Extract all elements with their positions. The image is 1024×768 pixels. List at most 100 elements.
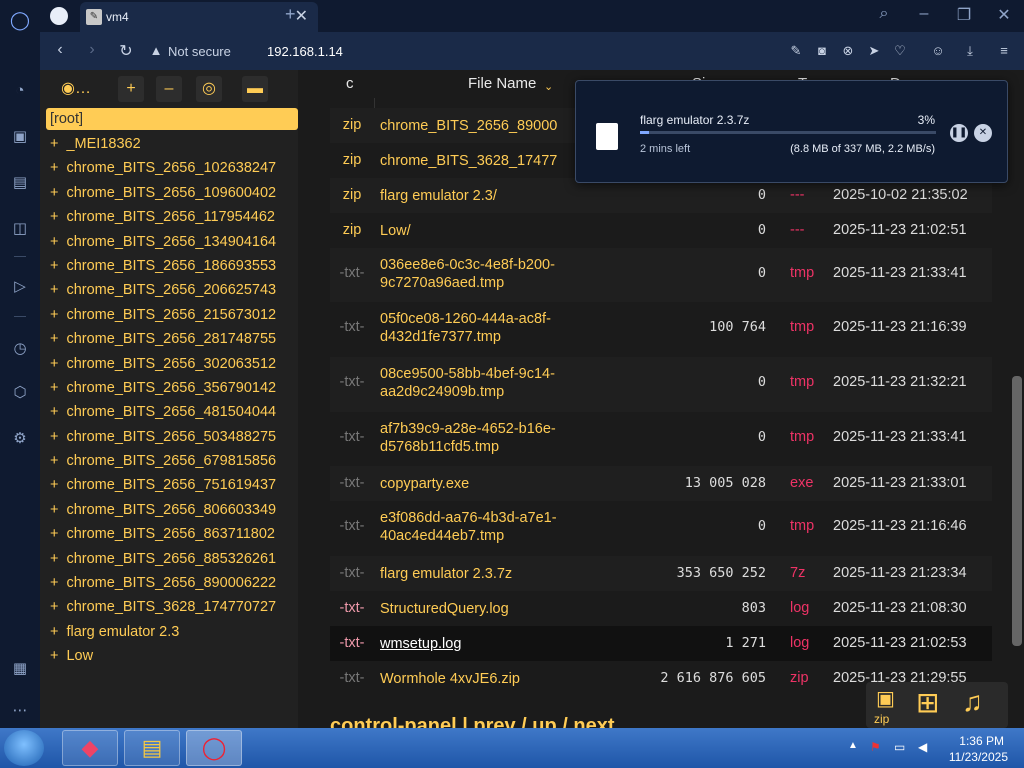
row-c-link[interactable]: -txt-	[330, 429, 374, 445]
clock-time[interactable]: 1:36 PM	[959, 734, 1004, 748]
row-c-link[interactable]: -txt-	[330, 319, 374, 335]
row-c-link[interactable]: zip	[330, 117, 374, 133]
tree-item-label[interactable]: chrome_BITS_2656_302063512	[66, 356, 276, 372]
expand-plus-icon[interactable]: +	[50, 526, 58, 542]
file-name-link[interactable]: 08ce9500-58bb-4bef-9c14-aa2d9c24909b.tmp	[380, 365, 625, 401]
tree-item[interactable]: + chrome_BITS_2656_102638247	[46, 156, 298, 180]
music-player-icon[interactable]: ♫	[962, 686, 983, 718]
row-c-link[interactable]: -txt-	[330, 600, 374, 616]
volume-icon[interactable]: ◀	[918, 740, 927, 754]
tree-item-label[interactable]: chrome_BITS_2656_679815856	[66, 453, 276, 469]
tree-item[interactable]: + chrome_BITS_2656_679815856	[46, 449, 298, 473]
speed-dial-icon[interactable]: ◔	[10, 80, 30, 100]
tree-item[interactable]: + chrome_BITS_2656_806603349	[46, 498, 298, 522]
file-name-link[interactable]: StructuredQuery.log	[380, 600, 625, 618]
tree-item[interactable]: + chrome_BITS_2656_751619437	[46, 473, 298, 497]
tray-expand-icon[interactable]: ▲	[848, 740, 858, 751]
tree-item-label[interactable]: chrome_BITS_2656_356790142	[66, 380, 276, 396]
expand-plus-icon[interactable]: +	[50, 477, 58, 493]
action-center-icon[interactable]: ⚑	[870, 740, 881, 754]
row-c-link[interactable]: -txt-	[330, 265, 374, 281]
file-name-link[interactable]: af7b39c9-a28e-4652-b16e-d5768b11cfd5.tmp	[380, 420, 625, 456]
expand-plus-icon[interactable]: +	[50, 404, 58, 420]
expand-plus-icon[interactable]: +	[50, 282, 58, 298]
tree-item-label[interactable]: chrome_BITS_2656_281748755	[66, 331, 276, 347]
file-name-link[interactable]: 036ee8e6-0c3c-4e8f-b200-9c7270a96aed.tmp	[380, 256, 625, 292]
back-icon[interactable]: ‹	[50, 41, 70, 59]
expand-plus-icon[interactable]: +	[50, 258, 58, 274]
collapse-tree-button[interactable]: –	[156, 76, 182, 102]
bag-icon[interactable]: ▣	[10, 126, 30, 146]
heart-icon[interactable]: ♡	[892, 43, 908, 59]
file-name-link[interactable]: wmsetup.log	[380, 635, 625, 653]
tree-item[interactable]: + chrome_BITS_2656_109600402	[46, 181, 298, 205]
camera-icon[interactable]: ◙	[814, 43, 830, 58]
header-file-name[interactable]: File Name	[468, 75, 536, 92]
copyparty-task-icon[interactable]: ◆	[62, 730, 118, 766]
maximize-icon[interactable]: ❐	[952, 5, 976, 25]
workspace-icon[interactable]	[50, 7, 68, 25]
tree-item-label[interactable]: chrome_BITS_2656_215673012	[66, 307, 276, 323]
tree-item[interactable]: + chrome_BITS_3628_174770727	[46, 595, 298, 619]
twitch-icon[interactable]: ▤	[10, 172, 30, 192]
menu-icon[interactable]: ≡	[996, 43, 1012, 58]
row-c-link[interactable]: -txt-	[330, 670, 374, 686]
row-c-link[interactable]: -txt-	[330, 374, 374, 390]
tree-item-label[interactable]: chrome_BITS_2656_890006222	[66, 575, 276, 591]
tree-item-label[interactable]: chrome_BITS_2656_503488275	[66, 429, 276, 445]
bottom-nav[interactable]: control-panel | prev / up / next	[330, 715, 615, 728]
block-icon[interactable]: ⊗	[840, 43, 856, 59]
file-row[interactable]: -txt-wmsetup.log 1 271 log 2025-11-23 21:02…	[330, 626, 992, 661]
forward-icon[interactable]: ›	[82, 41, 102, 59]
close-window-icon[interactable]: ✕	[992, 5, 1016, 25]
tree-item-root[interactable]: [root]	[46, 108, 298, 130]
tree-item-label[interactable]: chrome_BITS_2656_885326261	[66, 551, 276, 567]
expand-plus-icon[interactable]: +	[50, 453, 58, 469]
network-icon[interactable]: ▭	[894, 740, 905, 754]
expand-plus-icon[interactable]: +	[50, 185, 58, 201]
zip-download-icon[interactable]: ▣	[876, 686, 895, 711]
tree-item[interactable]: + Low	[46, 644, 298, 668]
expand-plus-icon[interactable]: +	[50, 331, 58, 347]
expand-plus-icon[interactable]: +	[50, 575, 58, 591]
tree-item[interactable]: + chrome_BITS_2656_302063512	[46, 352, 298, 376]
more-icon[interactable]: ⋯	[10, 700, 30, 720]
expand-plus-icon[interactable]: +	[50, 307, 58, 323]
tree-item[interactable]: + chrome_BITS_2656_356790142	[46, 376, 298, 400]
history-icon[interactable]: ◷	[10, 338, 30, 358]
search-tabs-icon[interactable]: ⌕	[872, 5, 896, 23]
cube-icon[interactable]: ⬡	[10, 382, 30, 402]
new-tab-icon[interactable]: +	[285, 4, 296, 25]
tree-item-label[interactable]: Low	[66, 648, 93, 664]
tree-item-label[interactable]: chrome_BITS_2656_102638247	[66, 160, 276, 176]
tree-item-label[interactable]: flarg emulator 2.3	[66, 624, 179, 640]
scrollbar-thumb[interactable]	[1012, 376, 1022, 646]
tree-item[interactable]: + chrome_BITS_2656_503488275	[46, 425, 298, 449]
file-row[interactable]: zip flarg emulator 2.3/0 --- 2025-10-02 21:…	[330, 178, 992, 213]
minimize-icon[interactable]: –	[912, 5, 936, 23]
expand-plus-icon[interactable]: +	[50, 551, 58, 567]
warning-icon[interactable]: ▲	[146, 43, 166, 58]
not-secure-label[interactable]: Not secure	[168, 44, 231, 59]
row-c-link[interactable]: zip	[330, 187, 374, 203]
tree-item-label[interactable]: chrome_BITS_2656_806603349	[66, 502, 276, 518]
file-name-link[interactable]: flarg emulator 2.3/	[380, 187, 625, 205]
tree-item-label[interactable]: chrome_BITS_2656_751619437	[66, 477, 276, 493]
expand-plus-icon[interactable]: +	[50, 599, 58, 615]
file-name-link[interactable]: e3f086dd-aa76-4b3d-a7e1-40ac4ed44eb7.tmp	[380, 509, 625, 545]
tree-item[interactable]: + chrome_BITS_2656_863711802	[46, 522, 298, 546]
tree-mode-icon[interactable]: ◉…	[50, 76, 102, 102]
row-c-link[interactable]: zip	[330, 152, 374, 168]
expand-plus-icon[interactable]: +	[50, 380, 58, 396]
expand-plus-icon[interactable]: +	[50, 136, 58, 152]
file-row[interactable]: -txt-e3f086dd-aa76-4b3d-a7e1-40ac4ed44eb…	[330, 501, 992, 556]
file-row[interactable]: -txt- 05f0ce08-1260-444a-ac8f-d432d1fe737…	[330, 302, 992, 357]
row-c-link[interactable]: -txt-	[330, 565, 374, 581]
expand-plus-icon[interactable]: +	[50, 160, 58, 176]
start-button[interactable]	[4, 730, 44, 766]
sidebar-toggle-icon[interactable]: ▬	[242, 76, 268, 102]
tree-item-label[interactable]: chrome_BITS_2656_206625743	[66, 282, 276, 298]
file-row[interactable]: -txt-af7b39c9-a28e-4652-b16e-d5768b11cfd…	[330, 412, 992, 466]
file-name-link[interactable]: 05f0ce08-1260-444a-ac8f-d432d1fe7377.tmp	[380, 310, 625, 346]
opera-task-icon[interactable]: ◯	[186, 730, 242, 766]
